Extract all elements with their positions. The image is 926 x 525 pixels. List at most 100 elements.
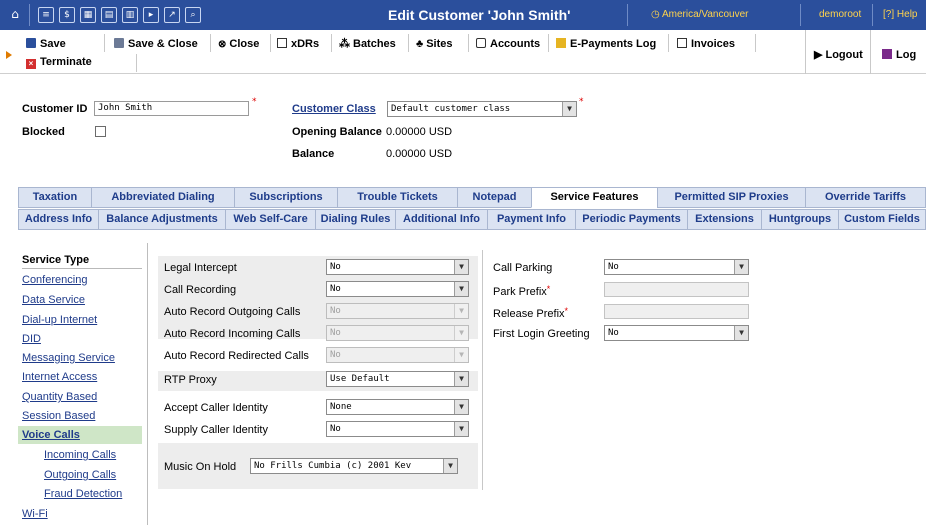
calc-icon[interactable]: ▥: [122, 7, 138, 23]
divider: [800, 4, 801, 26]
arrow-icon: [6, 51, 12, 59]
tab-payment-info[interactable]: Payment Info: [487, 209, 576, 230]
accept-caller-identity-select[interactable]: None ▼: [326, 399, 469, 415]
save-button[interactable]: Save: [26, 35, 66, 53]
home-icon[interactable]: ⌂: [7, 7, 23, 23]
doc-icon[interactable]: ▤: [101, 7, 117, 23]
auto-record-outgoing-label: Auto Record Outgoing Calls: [164, 306, 301, 318]
service-quantity-based[interactable]: Quantity Based: [22, 391, 97, 403]
service-internet-access[interactable]: Internet Access: [22, 371, 97, 383]
terminate-icon: ×: [26, 59, 36, 69]
grid-icon[interactable]: ▦: [80, 7, 96, 23]
divider: [136, 54, 137, 72]
forward-icon[interactable]: ▸: [143, 7, 159, 23]
chevron-down-icon: ▼: [454, 400, 468, 414]
auto-record-redirected-value: No: [330, 350, 341, 360]
tab-override-tariffs[interactable]: Override Tariffs: [805, 187, 926, 208]
service-session-based[interactable]: Session Based: [22, 410, 95, 422]
service-wi-fi[interactable]: Wi-Fi: [22, 508, 48, 520]
customer-class-link[interactable]: Customer Class: [292, 103, 376, 115]
rtp-proxy-select[interactable]: Use Default ▼: [326, 371, 469, 387]
epayments-icon: [556, 38, 566, 48]
timezone-link[interactable]: ◷ America/Vancouver: [651, 9, 748, 20]
epayments-log-button[interactable]: E-Payments Log: [556, 35, 656, 53]
chart-icon[interactable]: ↗: [164, 7, 180, 23]
required-marker: *: [579, 97, 584, 107]
service-messaging[interactable]: Messaging Service: [22, 352, 115, 364]
divider: [668, 34, 669, 52]
park-prefix-input[interactable]: [604, 282, 749, 297]
supply-caller-identity-select[interactable]: No ▼: [326, 421, 469, 437]
service-voice-calls[interactable]: Voice Calls: [18, 426, 142, 444]
user-name[interactable]: demoroot: [819, 9, 861, 20]
batches-button[interactable]: ⁂ Batches: [339, 35, 396, 53]
tab-service-features[interactable]: Service Features: [531, 187, 658, 208]
tab-trouble-tickets[interactable]: Trouble Tickets: [337, 187, 458, 208]
search-icon[interactable]: ⌕: [185, 7, 201, 23]
close-button[interactable]: ⊗ Close: [218, 35, 259, 53]
tab-balance-adjustments[interactable]: Balance Adjustments: [98, 209, 226, 230]
music-on-hold-label: Music On Hold: [164, 461, 237, 473]
customer-id-label: Customer ID: [22, 103, 88, 115]
auto-record-incoming-select[interactable]: No ▼: [326, 325, 469, 341]
tab-abbreviated-dialing[interactable]: Abbreviated Dialing: [91, 187, 235, 208]
service-fraud-detection[interactable]: Fraud Detection: [44, 488, 122, 500]
service-outgoing-calls[interactable]: Outgoing Calls: [44, 469, 116, 481]
tab-permitted-sip-proxies[interactable]: Permitted SIP Proxies: [657, 187, 806, 208]
auto-record-incoming-label: Auto Record Incoming Calls: [164, 328, 301, 340]
service-data-service[interactable]: Data Service: [22, 294, 85, 306]
terminate-button[interactable]: × Terminate: [26, 53, 92, 71]
chevron-down-icon: ▼: [454, 372, 468, 386]
logout-icon: ▶: [814, 49, 823, 61]
first-login-greeting-select[interactable]: No ▼: [604, 325, 749, 341]
tab-address-info[interactable]: Address Info: [18, 209, 99, 230]
music-on-hold-select[interactable]: No Frills Cumbia (c) 2001 Kev ▼: [250, 458, 458, 474]
legal-intercept-select[interactable]: No ▼: [326, 259, 469, 275]
list-icon[interactable]: ≡: [38, 7, 54, 23]
blocked-checkbox[interactable]: [95, 126, 106, 137]
call-recording-select[interactable]: No ▼: [326, 281, 469, 297]
sites-icon: ♣: [416, 38, 424, 50]
tab-notepad[interactable]: Notepad: [457, 187, 532, 208]
required-marker: *: [252, 97, 257, 107]
balance-value: 0.00000 USD: [386, 148, 453, 160]
logout-button[interactable]: ▶ Logout: [814, 46, 863, 64]
xdr-icon: [277, 38, 287, 48]
customer-id-input[interactable]: John Smith: [94, 101, 249, 116]
rtp-proxy-value: Use Default: [330, 374, 390, 384]
tab-extensions[interactable]: Extensions: [687, 209, 762, 230]
toolbar: Save Save & Close ⊗ Close xDRs ⁂ Batches ♣…: [0, 30, 926, 74]
auto-record-outgoing-value: No: [330, 306, 341, 316]
tab-taxation[interactable]: Taxation: [18, 187, 92, 208]
tab-subscriptions[interactable]: Subscriptions: [234, 187, 338, 208]
call-recording-value: No: [330, 284, 341, 294]
auto-record-outgoing-select[interactable]: No ▼: [326, 303, 469, 319]
xdrs-button[interactable]: xDRs: [277, 35, 319, 53]
customer-class-select[interactable]: Default customer class ▼: [387, 101, 577, 117]
tab-periodic-payments[interactable]: Periodic Payments: [575, 209, 688, 230]
accounts-button[interactable]: Accounts: [476, 35, 540, 53]
help-link[interactable]: [?] Help: [883, 9, 917, 20]
tab-huntgroups[interactable]: Huntgroups: [761, 209, 839, 230]
required-marker: *: [546, 284, 551, 294]
chevron-down-icon: ▼: [734, 326, 748, 340]
service-incoming-calls[interactable]: Incoming Calls: [44, 449, 116, 461]
tab-web-self-care[interactable]: Web Self-Care: [225, 209, 316, 230]
dollar-icon[interactable]: $: [59, 7, 75, 23]
auto-record-redirected-select[interactable]: No ▼: [326, 347, 469, 363]
save-close-button[interactable]: Save & Close: [114, 35, 198, 53]
service-conferencing[interactable]: Conferencing: [22, 274, 87, 286]
chevron-down-icon: ▼: [454, 326, 468, 340]
service-dial-up-internet[interactable]: Dial-up Internet: [22, 314, 97, 326]
service-did[interactable]: DID: [22, 333, 41, 345]
batches-icon: ⁂: [339, 38, 350, 50]
call-parking-select[interactable]: No ▼: [604, 259, 749, 275]
log-button[interactable]: Log: [882, 46, 916, 64]
tab-custom-fields[interactable]: Custom Fields: [838, 209, 926, 230]
tab-additional-info[interactable]: Additional Info: [395, 209, 488, 230]
invoices-button[interactable]: Invoices: [677, 35, 735, 53]
rtp-proxy-label: RTP Proxy: [164, 374, 217, 386]
release-prefix-input[interactable]: [604, 304, 749, 319]
tab-dialing-rules[interactable]: Dialing Rules: [315, 209, 396, 230]
sites-button[interactable]: ♣ Sites: [416, 35, 453, 53]
